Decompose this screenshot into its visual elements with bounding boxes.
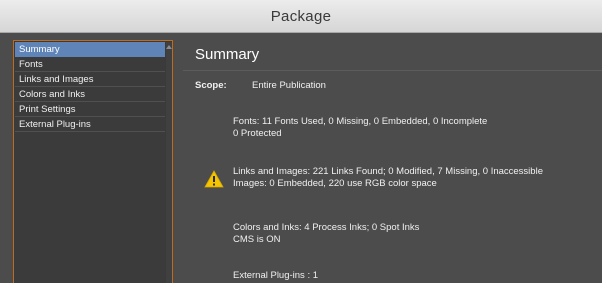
window-title: Package: [270, 7, 332, 25]
heading-divider: [183, 70, 602, 71]
sidebar-item-fonts[interactable]: Fonts: [15, 57, 165, 72]
scroll-up-arrow-icon[interactable]: [166, 45, 172, 49]
colors-summary-line1: Colors and Inks: 4 Process Inks; 0 Spot …: [233, 222, 420, 233]
summary-panel: Summary Scope: Entire Publication Fonts:…: [183, 40, 602, 283]
links-summary-line1: Links and Images: 221 Links Found; 0 Mod…: [233, 166, 543, 177]
fonts-summary-line1: Fonts: 11 Fonts Used, 0 Missing, 0 Embed…: [233, 116, 488, 127]
sidebar-item-summary[interactable]: Summary: [15, 42, 165, 57]
warning-triangle-icon: [204, 170, 224, 188]
sidebar-item-colors-and-inks[interactable]: Colors and Inks: [15, 87, 165, 102]
fonts-summary: Fonts: 11 Fonts Used, 0 Missing, 0 Embed…: [233, 116, 487, 140]
links-summary-line2: Images: 0 Embedded, 220 use RGB color sp…: [233, 178, 437, 189]
colors-summary-line2: CMS is ON: [233, 234, 281, 245]
links-summary: Links and Images: 221 Links Found; 0 Mod…: [233, 166, 543, 190]
sidebar-nav: Summary Fonts Links and Images Colors an…: [15, 42, 165, 283]
plugins-summary: External Plug-ins : 1: [233, 270, 318, 282]
plugins-summary-line1: External Plug-ins : 1: [233, 270, 319, 281]
scope-value: Entire Publication: [252, 80, 326, 91]
title-bar[interactable]: Package: [0, 0, 602, 33]
fonts-summary-line2: 0 Protected: [233, 128, 282, 139]
sidebar-item-print-settings[interactable]: Print Settings: [15, 102, 165, 117]
sidebar-frame: Summary Fonts Links and Images Colors an…: [13, 40, 173, 283]
sidebar-scrollbar[interactable]: [166, 42, 172, 283]
sidebar-item-links-and-images[interactable]: Links and Images: [15, 72, 165, 87]
sidebar-item-external-plug-ins[interactable]: External Plug-ins: [15, 117, 165, 132]
colors-summary: Colors and Inks: 4 Process Inks; 0 Spot …: [233, 222, 419, 246]
panel-heading: Summary: [195, 46, 260, 63]
scope-label: Scope:: [195, 80, 227, 91]
package-dialog: Package Summary Fonts Links and Images C…: [0, 0, 602, 283]
